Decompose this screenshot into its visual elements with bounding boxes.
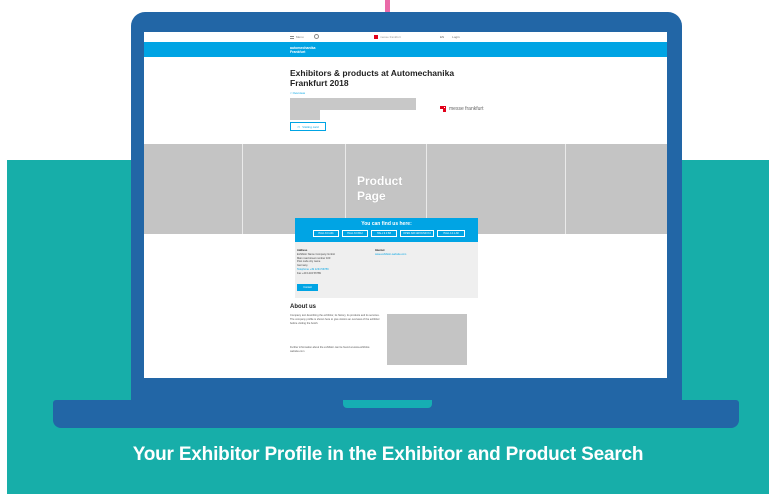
hall-button[interactable]: HALL 8.0 B12 (342, 230, 368, 237)
hall-button[interactable]: HALL 8.0 A01 (313, 230, 339, 237)
laptop-screen: Menu messe frankfurt EN Login automechan… (144, 32, 667, 378)
hall-button[interactable]: OPEN AIR GROUND 8.0 (400, 230, 434, 237)
login-link[interactable]: Login (452, 35, 459, 39)
caption: Your Exhibitor Profile in the Exhibitor … (132, 444, 644, 465)
messe-logo-text: messe frankfurt (449, 106, 484, 112)
visiting-card-label: Visiting card (302, 124, 319, 129)
messe-frankfurt-logo: messe frankfurt (440, 106, 483, 112)
gallery-tile[interactable] (144, 144, 242, 234)
topbar-right: EN Login (440, 35, 460, 39)
menu-label: Menu (296, 35, 304, 39)
fair-brand[interactable]: automechanika Frankfurt (290, 46, 315, 54)
back-link[interactable]: < Overview (290, 91, 305, 95)
language-switch[interactable]: EN (440, 35, 444, 39)
promo-graphic: Menu messe frankfurt EN Login automechan… (0, 0, 776, 494)
laptop-notch (343, 400, 432, 408)
find-us-header: You can find us here: HALL 8.0 A01 HALL … (295, 218, 478, 242)
find-us-card: You can find us here: HALL 8.0 A01 HALL … (295, 218, 478, 298)
page-title: Exhibitors & products at Automechanika F… (290, 68, 455, 88)
menu-button[interactable]: Menu (290, 35, 304, 39)
internet-block: Internet www.exhibitor-website.com (375, 249, 455, 257)
brand-bar: automechanika Frankfurt (144, 42, 667, 57)
fax-number: Fax +49 1234 56789 (297, 271, 321, 275)
address-block: Address Exhibitor Name Company GmbH Main… (297, 249, 377, 276)
about-text: Company text describing the exhibitor, i… (290, 314, 380, 325)
find-us-title: You can find us here: (361, 221, 412, 227)
site-topbar: Menu messe frankfurt EN Login (144, 32, 667, 42)
contact-button[interactable]: Contact (297, 284, 318, 291)
about-more-text: Further information about the exhibitor … (290, 346, 371, 353)
website-link[interactable]: www.exhibitor-website.com (375, 253, 455, 257)
brand-line2: Frankfurt (290, 50, 306, 54)
product-page-label: Product Page (357, 174, 403, 203)
logo-mark-icon (374, 35, 378, 39)
about-image-placeholder (387, 314, 467, 365)
hall-list: HALL 8.0 A01 HALL 8.0 B12 HALL 9.0 B3 OP… (313, 230, 465, 237)
exhibitor-logo-placeholder (290, 110, 320, 120)
search-icon[interactable] (314, 34, 319, 39)
gallery-tile[interactable] (566, 144, 667, 234)
topbar-logo-text: messe frankfurt (380, 35, 401, 39)
messe-logo-icon (440, 106, 446, 112)
exhibitor-name-placeholder (290, 98, 416, 110)
visiting-card-button[interactable]: ▭ Visiting card (290, 122, 326, 131)
menu-icon (290, 35, 294, 39)
card-icon: ▭ (297, 124, 301, 129)
hall-button[interactable]: HALL 12.1 A8 (437, 230, 465, 237)
hall-button[interactable]: HALL 9.0 B3 (371, 230, 397, 237)
topbar-logo[interactable]: messe frankfurt (374, 35, 401, 39)
about-title: About us (290, 304, 316, 310)
